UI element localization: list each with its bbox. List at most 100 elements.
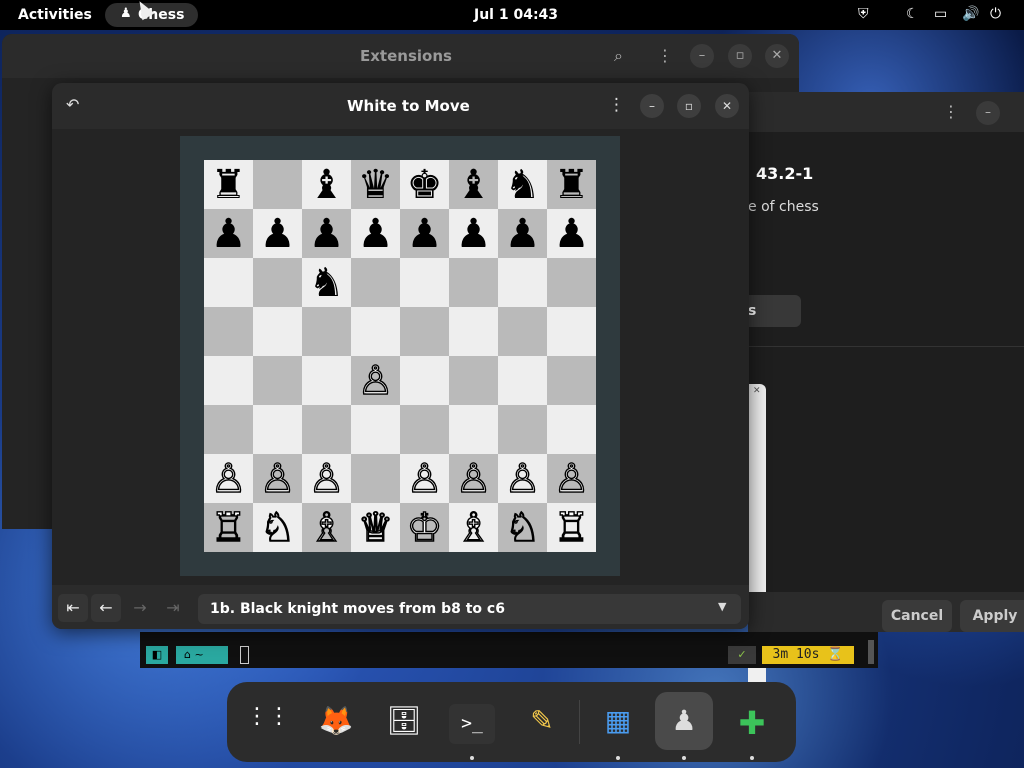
- board-square[interactable]: [498, 356, 547, 405]
- chess-piece-square[interactable]: ♛: [351, 160, 400, 209]
- clock[interactable]: Jul 1 04:43: [474, 7, 558, 23]
- board-square[interactable]: [449, 307, 498, 356]
- chess-piece-square[interactable]: ♘: [498, 503, 547, 552]
- board-square[interactable]: [204, 405, 253, 454]
- chess-piece-square[interactable]: ♙: [498, 454, 547, 503]
- board-square[interactable]: [400, 258, 449, 307]
- maximize-button[interactable]: ▫: [677, 94, 701, 118]
- board-square[interactable]: [253, 258, 302, 307]
- board-square[interactable]: [351, 454, 400, 503]
- chess-piece-square[interactable]: ♙: [547, 454, 596, 503]
- app-grid-button[interactable]: ⋮⋮: [239, 692, 297, 750]
- chess-piece-square[interactable]: ♕: [351, 503, 400, 552]
- undo-icon[interactable]: ↶: [66, 95, 79, 114]
- files-button[interactable]: 🗄: [375, 692, 433, 750]
- chess-piece-square[interactable]: ♟: [449, 209, 498, 258]
- menu-kebab-icon[interactable]: ⋮: [943, 102, 959, 121]
- chess-piece-square[interactable]: ♟: [302, 209, 351, 258]
- chess-piece-square[interactable]: ♔: [400, 503, 449, 552]
- chess-piece-square[interactable]: ♞: [302, 258, 351, 307]
- minimize-button[interactable]: –: [690, 44, 714, 68]
- board-square[interactable]: [498, 405, 547, 454]
- board-square[interactable]: [400, 405, 449, 454]
- chess-piece-square[interactable]: ♗: [302, 503, 351, 552]
- last-move-icon[interactable]: ⇥: [158, 594, 188, 622]
- moon-icon[interactable]: ☾: [906, 6, 919, 22]
- chess-piece-square[interactable]: ♞: [498, 160, 547, 209]
- board-square[interactable]: [547, 258, 596, 307]
- minimize-button[interactable]: –: [976, 101, 1000, 125]
- close-button[interactable]: ✕: [765, 44, 789, 68]
- chess-piece-square[interactable]: ♟: [253, 209, 302, 258]
- close-icon[interactable]: ✕: [753, 386, 761, 396]
- chess-piece-square[interactable]: ♙: [351, 356, 400, 405]
- terminal-scrollbar[interactable]: [868, 640, 874, 664]
- screen-icon[interactable]: ▭: [934, 6, 947, 22]
- board-square[interactable]: [302, 307, 351, 356]
- board-square[interactable]: [253, 160, 302, 209]
- chess-piece-square[interactable]: ♙: [204, 454, 253, 503]
- board-square[interactable]: [253, 405, 302, 454]
- board-square[interactable]: [204, 307, 253, 356]
- board-square[interactable]: [547, 356, 596, 405]
- chess-piece-square[interactable]: ♙: [302, 454, 351, 503]
- chess-piece-square[interactable]: ♖: [204, 503, 253, 552]
- board-square[interactable]: [302, 356, 351, 405]
- volume-icon[interactable]: 🔊: [962, 6, 979, 22]
- cancel-button[interactable]: Cancel: [882, 600, 952, 632]
- chess-board[interactable]: ♜ ♝ ♛ ♚ ♝ ♞ ♜ ♟ ♟ ♟ ♟ ♟ ♟ ♟ ♟ ♞ ♙ ♙ ♙ ♙ ♙ ♙ ♙ ♙ ♖ ♘ ♗ ♕ ♔ ♗ ♘ ♖: [204, 160, 596, 552]
- details-action-button[interactable]: s: [748, 295, 801, 327]
- board-square[interactable]: [253, 307, 302, 356]
- chess-piece-square[interactable]: ♟: [400, 209, 449, 258]
- board-square[interactable]: [449, 405, 498, 454]
- board-square[interactable]: [400, 356, 449, 405]
- board-square[interactable]: [253, 356, 302, 405]
- activities-button[interactable]: Activities: [18, 7, 92, 23]
- apply-button[interactable]: Apply: [960, 600, 1024, 632]
- board-square[interactable]: [204, 356, 253, 405]
- board-square[interactable]: [449, 356, 498, 405]
- power-icon[interactable]: ⏻: [990, 6, 1001, 22]
- next-move-icon[interactable]: →: [125, 594, 155, 622]
- chess-piece-square[interactable]: ♙: [400, 454, 449, 503]
- board-square[interactable]: [351, 405, 400, 454]
- chess-piece-square[interactable]: ♟: [498, 209, 547, 258]
- chess-piece-square[interactable]: ♜: [547, 160, 596, 209]
- chess-piece-square[interactable]: ♟: [547, 209, 596, 258]
- move-history-dropdown[interactable]: 1b. Black knight moves from b8 to c6 ▼: [198, 594, 741, 624]
- chess-piece-square[interactable]: ♙: [253, 454, 302, 503]
- board-square[interactable]: [351, 258, 400, 307]
- minimize-button[interactable]: –: [640, 94, 664, 118]
- board-square[interactable]: [302, 405, 351, 454]
- text-editor-button[interactable]: ✎: [513, 692, 571, 750]
- terminal-button[interactable]: >_: [443, 692, 501, 760]
- chess-piece-square[interactable]: ♙: [449, 454, 498, 503]
- menu-kebab-icon[interactable]: ⋮: [608, 95, 625, 115]
- firefox-button[interactable]: 🦊: [307, 692, 365, 750]
- board-square[interactable]: [498, 307, 547, 356]
- maximize-button[interactable]: ▫: [728, 44, 752, 68]
- chess-piece-square[interactable]: ♝: [449, 160, 498, 209]
- board-square[interactable]: [547, 405, 596, 454]
- chess-piece-square[interactable]: ♟: [351, 209, 400, 258]
- chess-piece-square[interactable]: ♚: [400, 160, 449, 209]
- chess-piece-square[interactable]: ♗: [449, 503, 498, 552]
- board-square[interactable]: [400, 307, 449, 356]
- terminal-window[interactable]: ◧ ⌂ ~ ✓ 3m 10s ⌛: [140, 632, 878, 668]
- chess-piece-square[interactable]: ♖: [547, 503, 596, 552]
- board-square[interactable]: [351, 307, 400, 356]
- search-icon[interactable]: ⌕: [614, 46, 623, 66]
- close-button[interactable]: ✕: [715, 94, 739, 118]
- board-square[interactable]: [204, 258, 253, 307]
- chess-piece-square[interactable]: ♟: [204, 209, 253, 258]
- prev-move-icon[interactable]: ←: [91, 594, 121, 622]
- menu-kebab-icon[interactable]: ⋮: [657, 46, 673, 65]
- board-square[interactable]: [498, 258, 547, 307]
- chess-piece-square[interactable]: ♘: [253, 503, 302, 552]
- extensions-button[interactable]: ✚: [723, 692, 781, 760]
- board-square[interactable]: [547, 307, 596, 356]
- chess-piece-square[interactable]: ♜: [204, 160, 253, 209]
- shield-icon[interactable]: ⛨: [858, 6, 869, 22]
- chess-piece-square[interactable]: ♝: [302, 160, 351, 209]
- chess-button[interactable]: ♟: [655, 692, 713, 760]
